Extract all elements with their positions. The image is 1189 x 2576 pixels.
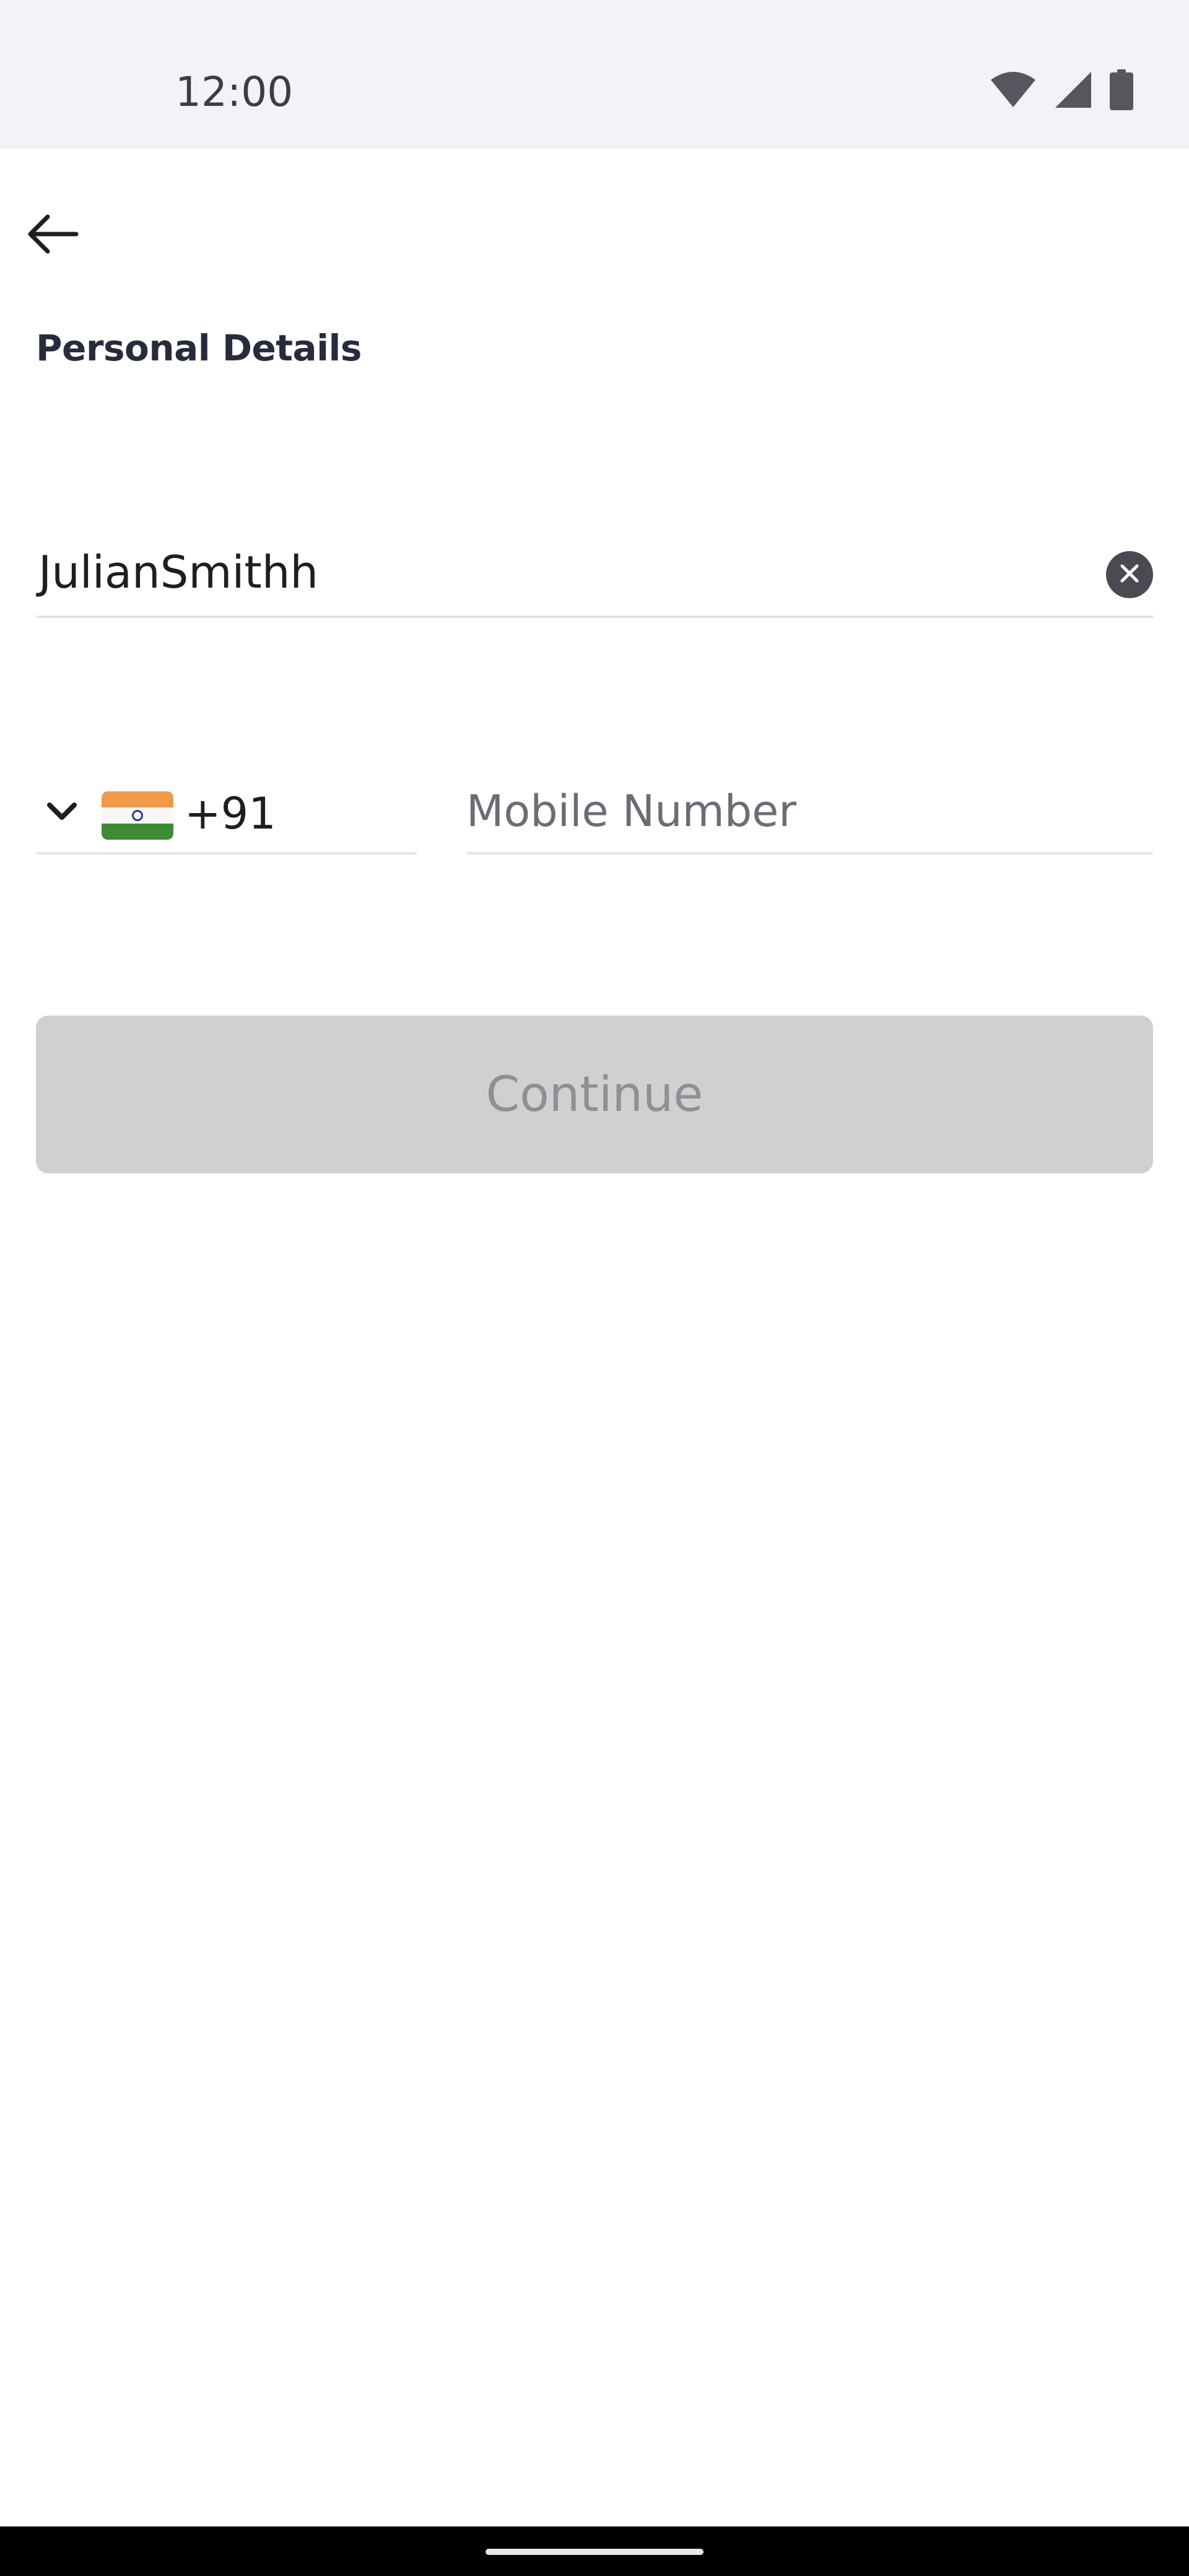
- mobile-number-input[interactable]: [466, 780, 1153, 842]
- battery-icon: [1110, 69, 1133, 110]
- page-title: Personal Details: [36, 327, 362, 369]
- cellular-signal-icon: [1054, 71, 1092, 109]
- clear-name-button[interactable]: [1106, 551, 1153, 598]
- continue-button[interactable]: Continue: [36, 1016, 1153, 1173]
- home-gesture-handle[interactable]: [486, 2549, 703, 2555]
- chevron-down-icon: [42, 791, 82, 831]
- mobile-number-field[interactable]: [466, 768, 1153, 855]
- arrow-left-icon: [27, 214, 79, 256]
- status-time: 12:00: [175, 68, 294, 116]
- status-icons: [990, 69, 1133, 110]
- dial-code: +91: [185, 788, 276, 839]
- navigation-bar: [0, 2526, 1189, 2576]
- name-field-value[interactable]: JulianSmithh: [38, 541, 318, 603]
- name-field[interactable]: JulianSmithh: [36, 533, 1153, 618]
- personal-details-screen: 12:00 Personal Details JulianSmithh +91 …: [0, 0, 1189, 2576]
- back-button[interactable]: [19, 198, 87, 272]
- wifi-icon: [990, 71, 1037, 108]
- india-flag-icon: [102, 791, 173, 840]
- status-bar: 12:00: [0, 0, 1189, 149]
- country-code-picker[interactable]: +91: [36, 768, 417, 855]
- clear-circle-icon: [1119, 563, 1140, 586]
